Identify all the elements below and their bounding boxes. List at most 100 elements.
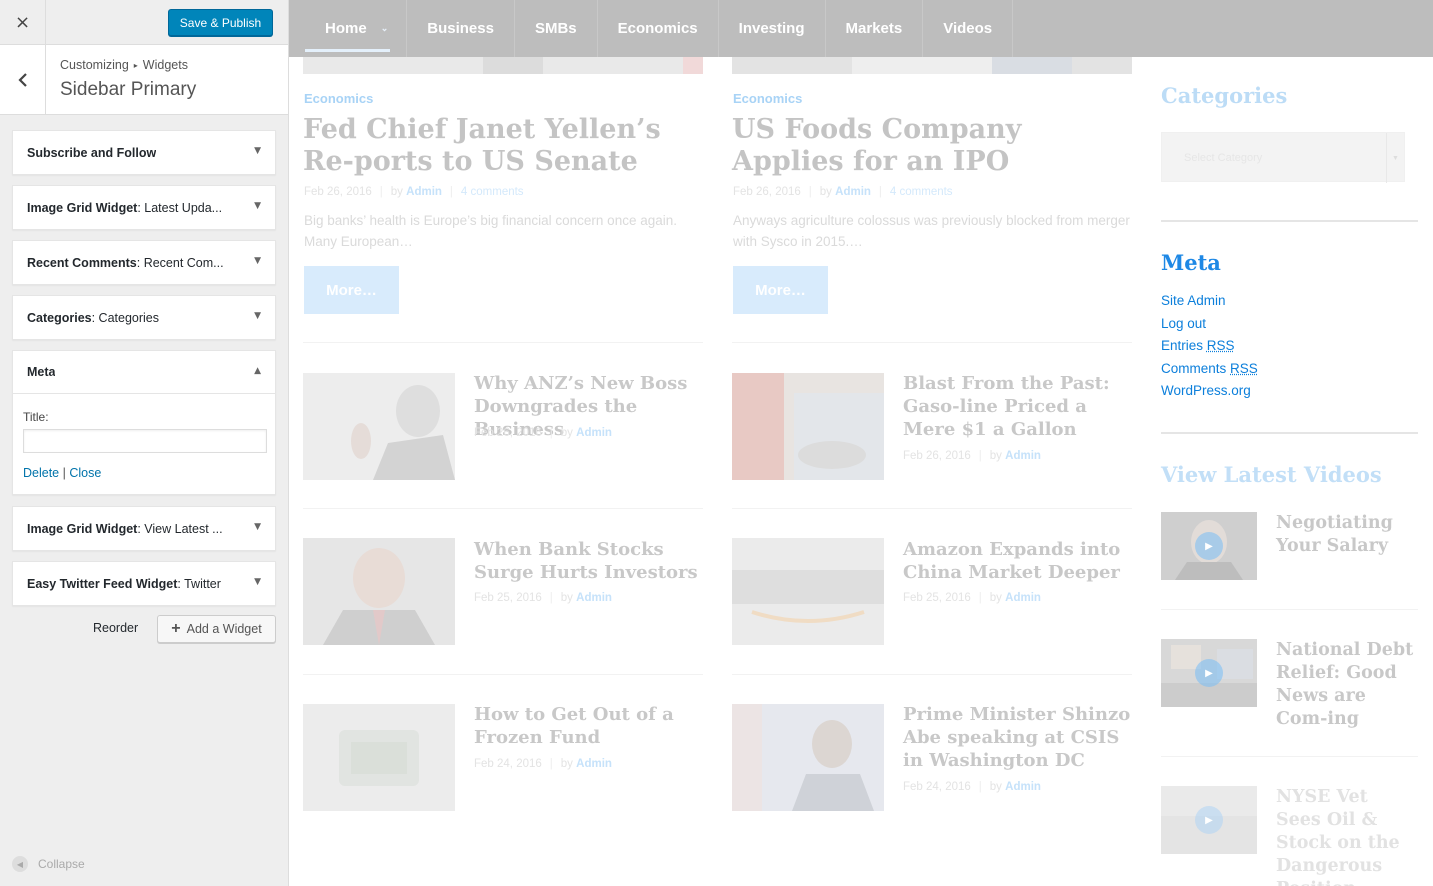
widget-twitter-feed[interactable]: Easy Twitter Feed Widget: Twitter ▼	[12, 561, 276, 606]
collapse-label: Collapse	[38, 857, 85, 871]
post-title[interactable]: Prime Minister Shinzo Abe speaking at CS…	[903, 703, 1135, 772]
widget-controls: Delete | Close	[23, 466, 101, 480]
play-icon: ▶	[1195, 532, 1223, 560]
site-admin-link[interactable]: Site Admin	[1161, 293, 1226, 308]
widget-header[interactable]: Meta ▲	[13, 351, 275, 394]
widget-header[interactable]: Recent Comments: Recent Com... ▼	[13, 241, 275, 284]
widget-form: Title: Delete | Close	[13, 394, 275, 494]
nav-economics[interactable]: Economics	[598, 0, 719, 57]
widget-title: Recent Comments: Recent Com...	[27, 255, 224, 270]
post-title[interactable]: US Foods Company Applies for an IPO	[732, 114, 1132, 178]
more-button[interactable]: More…	[733, 266, 828, 314]
post-image	[732, 373, 884, 480]
add-widget-button[interactable]: + Add a Widget	[157, 615, 276, 643]
author-link[interactable]: Admin	[406, 186, 442, 198]
widget-header[interactable]: Categories: Categories ▼	[13, 296, 275, 339]
widget-meta[interactable]: Meta ▲ Title: Delete | Close	[12, 350, 276, 495]
play-icon: ▶	[1195, 806, 1223, 834]
widget-header[interactable]: Image Grid Widget: Latest Upda... ▼	[13, 186, 275, 229]
close-customizer-button[interactable]: ×	[0, 0, 46, 45]
featured-image-1	[303, 57, 703, 74]
post-thumbnail[interactable]	[303, 373, 455, 480]
author-link[interactable]: Admin	[1005, 781, 1041, 793]
post-title[interactable]: Amazon Expands into China Market Deeper	[903, 538, 1135, 584]
widget-image-grid-videos[interactable]: Image Grid Widget: View Latest ... ▼	[12, 506, 276, 551]
comments-rss-link[interactable]: Comments RSS	[1161, 361, 1258, 376]
video-thumbnail[interactable]: ▶	[1161, 639, 1257, 707]
author-link[interactable]: Admin	[1005, 450, 1041, 462]
divider	[1161, 756, 1418, 757]
video-title[interactable]: NYSE Vet Sees Oil & Stock on the Dangero…	[1276, 786, 1416, 886]
author-link[interactable]: Admin	[576, 427, 612, 439]
caret-down-icon[interactable]: ▼	[254, 256, 261, 266]
nav-videos[interactable]: Videos	[923, 0, 1014, 57]
author-link[interactable]: Admin	[576, 758, 612, 770]
nav-smbs[interactable]: SMBs	[515, 0, 598, 57]
delete-widget-link[interactable]: Delete	[23, 466, 59, 480]
post-title[interactable]: Blast From the Past: Gaso-line Priced a …	[903, 372, 1135, 441]
featured-image-strip	[732, 57, 1132, 74]
caret-down-icon[interactable]: ▼	[254, 146, 261, 156]
category-select-value: Select Category	[1184, 152, 1263, 164]
caret-up-icon[interactable]: ▲	[254, 366, 261, 376]
widget-title: Meta	[27, 365, 56, 379]
comments-link[interactable]: 4 comments	[890, 186, 953, 198]
videos-widget-title: View Latest Videos	[1161, 462, 1382, 487]
post-thumbnail[interactable]	[303, 704, 455, 811]
video-title[interactable]: Negotiating Your Salary	[1276, 512, 1416, 558]
author-link[interactable]: Admin	[1005, 592, 1041, 604]
widget-header[interactable]: Easy Twitter Feed Widget: Twitter ▼	[13, 562, 275, 605]
post-meta: Feb 26, 2016 | by Admin | 4 comments	[304, 186, 524, 198]
widget-header[interactable]: Subscribe and Follow ▼	[13, 131, 275, 174]
author-link[interactable]: Admin	[835, 186, 871, 198]
widget-categories[interactable]: Categories: Categories ▼	[12, 295, 276, 340]
nav-home[interactable]: Home ⌄	[289, 0, 408, 57]
comments-link[interactable]: 4 comments	[461, 186, 524, 198]
post-title[interactable]: When Bank Stocks Surge Hurts Investors	[474, 538, 706, 584]
more-button[interactable]: More…	[304, 266, 399, 314]
post-thumbnail[interactable]	[732, 373, 884, 480]
entries-rss-link[interactable]: Entries RSS	[1161, 338, 1235, 353]
site-preview: Home ⌄ Business SMBs Economics Investing …	[289, 0, 1433, 886]
category-select[interactable]: Select Category ▼	[1161, 132, 1405, 183]
video-title[interactable]: National Debt Relief: Good News are Com-…	[1276, 639, 1416, 731]
nav-markets[interactable]: Markets	[826, 0, 924, 57]
author-link[interactable]: Admin	[576, 592, 612, 604]
video-thumbnail[interactable]: ▶	[1161, 786, 1257, 854]
divider	[732, 674, 1132, 675]
post-thumbnail[interactable]	[732, 538, 884, 645]
post-thumbnail[interactable]	[732, 704, 884, 811]
save-publish-button[interactable]: Save & Publish	[168, 9, 273, 36]
post-excerpt: Big banks’ health is Europe’s big financ…	[304, 213, 677, 249]
widget-subscribe-follow[interactable]: Subscribe and Follow ▼	[12, 130, 276, 175]
post-category[interactable]: Economics	[733, 91, 802, 106]
divider	[732, 508, 1132, 509]
close-widget-link[interactable]: Close	[69, 466, 101, 480]
reorder-link[interactable]: Reorder	[93, 621, 138, 635]
caret-down-icon[interactable]: ▼	[254, 311, 261, 321]
collapse-button[interactable]: ◀ Collapse	[12, 856, 85, 872]
widget-divider	[1161, 220, 1418, 222]
video-thumbnail[interactable]: ▶	[1161, 512, 1257, 580]
post-title[interactable]: Fed Chief Janet Yellen’s Re-ports to US …	[303, 114, 703, 178]
widget-image-grid-latest[interactable]: Image Grid Widget: Latest Upda... ▼	[12, 185, 276, 230]
plus-icon: +	[171, 620, 181, 637]
post-category[interactable]: Economics	[304, 91, 373, 106]
wordpress-org-link[interactable]: WordPress.org	[1161, 383, 1251, 398]
divider	[303, 508, 703, 509]
title-input[interactable]	[23, 429, 267, 453]
caret-down-icon[interactable]: ▼	[254, 201, 261, 211]
widget-recent-comments[interactable]: Recent Comments: Recent Com... ▼	[12, 240, 276, 285]
back-button[interactable]	[0, 45, 46, 115]
post-thumbnail[interactable]	[303, 538, 455, 645]
caret-down-icon[interactable]: ▼	[254, 522, 261, 532]
nav-investing[interactable]: Investing	[719, 0, 826, 57]
nav-business[interactable]: Business	[407, 0, 515, 57]
post-image	[303, 373, 455, 480]
chevron-down-icon: ⌄	[380, 23, 389, 33]
log-out-link[interactable]: Log out	[1161, 316, 1206, 331]
post-title[interactable]: How to Get Out of a Frozen Fund	[474, 703, 706, 749]
post-meta: Feb 26, 2016 | by Admin | 4 comments	[733, 186, 953, 198]
widget-header[interactable]: Image Grid Widget: View Latest ... ▼	[13, 507, 275, 550]
caret-down-icon[interactable]: ▼	[254, 577, 261, 587]
